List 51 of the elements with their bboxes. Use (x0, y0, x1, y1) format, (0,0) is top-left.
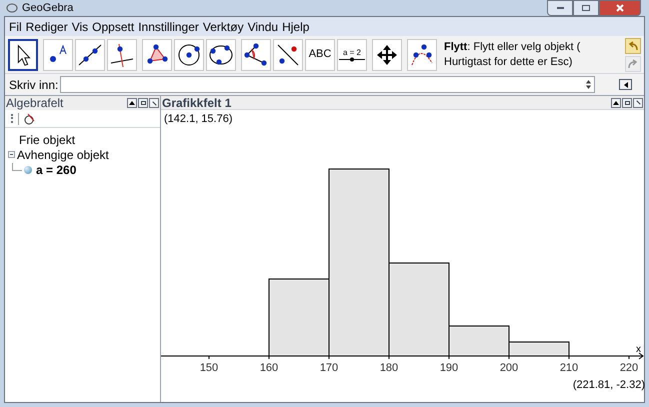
tick-label: 190 (440, 362, 458, 374)
menu-item[interactable]: Vindu (248, 18, 278, 36)
menu-item[interactable]: Innstillinger (138, 18, 199, 36)
tree-heading: Avhengige objekt (17, 146, 109, 164)
menu-item[interactable]: Rediger (26, 18, 68, 36)
redo-button[interactable] (625, 56, 641, 72)
panel-menu-icon[interactable] (127, 98, 137, 108)
sort-icon[interactable] (11, 114, 14, 123)
menu-item[interactable]: Hjelp (282, 18, 310, 36)
auxiliary-objects-icon[interactable] (23, 112, 35, 124)
keyboard-toggle-button[interactable] (619, 79, 632, 90)
tick-label: 220 (620, 362, 638, 374)
close-button[interactable] (599, 0, 641, 16)
tick-label: 170 (320, 362, 338, 374)
tick-label: 210 (560, 362, 578, 374)
axis-label: x (636, 344, 641, 355)
minimize-button[interactable] (547, 0, 573, 16)
tool-button[interactable]: ABC (305, 38, 335, 70)
object-value[interactable]: a = 260 (36, 160, 76, 178)
undo-icon (628, 40, 638, 50)
close-icon[interactable] (149, 98, 159, 108)
undo-button[interactable] (625, 38, 641, 54)
window-title: GeoGebra (22, 0, 74, 16)
panel-title: Grafikkfelt 1 (162, 94, 232, 112)
collapse-icon[interactable] (8, 151, 15, 158)
panel-menu-icon[interactable] (611, 98, 621, 108)
coordinates: (142.1, 15.76) (164, 113, 232, 125)
maximize-button[interactable] (573, 0, 599, 16)
spinner-icon (586, 80, 592, 89)
tick-label: 180 (380, 362, 398, 374)
menu-item[interactable]: Oppsett (92, 18, 134, 36)
close-icon[interactable] (633, 98, 643, 108)
redo-icon (628, 58, 638, 68)
menu-item[interactable]: Vis (72, 18, 88, 36)
close-icon (616, 4, 624, 12)
tree-heading: Frie objekt (19, 132, 76, 148)
tick-label: 200 (500, 362, 518, 374)
input-field[interactable] (60, 76, 596, 93)
tick-label: 150 (200, 362, 218, 374)
input-label: Skriv inn: (9, 76, 58, 94)
app-logo-icon (6, 2, 18, 14)
tool-button[interactable]: a = 2 (337, 38, 367, 70)
slider-icon (339, 56, 365, 62)
tick-label: 160 (260, 362, 278, 374)
panel-title: Algebrafelt (6, 95, 64, 112)
menu-item[interactable]: Fil (9, 18, 22, 36)
menu-item[interactable]: Verktøy (202, 18, 244, 36)
tool-button[interactable] (8, 38, 38, 70)
tool-help-text: Flytt: Flytt eller velg objekt ( Hurtigtast for dette er Esc) (444, 40, 582, 70)
undock-icon[interactable] (138, 98, 148, 108)
undock-icon[interactable] (622, 98, 632, 108)
